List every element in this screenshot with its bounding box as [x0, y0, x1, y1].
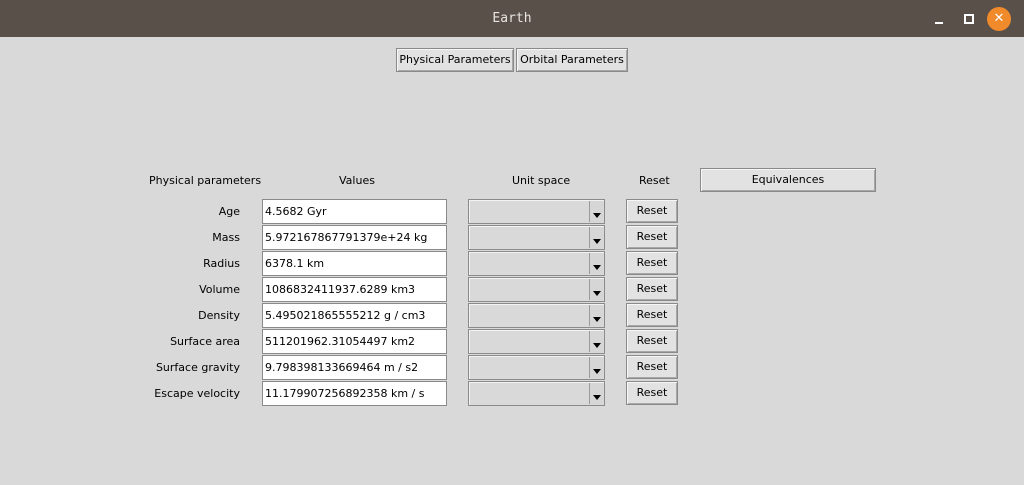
value-input[interactable]: 6378.1 km [262, 251, 447, 276]
parameter-label: Mass [212, 231, 240, 244]
unit-select[interactable] [468, 225, 605, 250]
unit-select[interactable] [468, 251, 605, 276]
unit-select[interactable] [468, 381, 605, 406]
window-titlebar: Earth ✕ [0, 0, 1024, 37]
parameter-label: Density [198, 309, 240, 322]
tab-orbital-parameters[interactable]: Orbital Parameters [516, 48, 628, 72]
value-input[interactable]: 5.972167867791379e+24 kg [262, 225, 447, 250]
parameter-label: Volume [199, 283, 240, 296]
close-icon[interactable]: ✕ [987, 7, 1011, 31]
value-input[interactable]: 4.5682 Gyr [262, 199, 447, 224]
value-input[interactable]: 5.495021865555212 g / cm3 [262, 303, 447, 328]
minimize-icon[interactable] [927, 7, 951, 31]
reset-button[interactable]: Reset [626, 355, 678, 379]
value-input[interactable]: 11.179907256892358 km / s [262, 381, 447, 406]
unit-select[interactable] [468, 329, 605, 354]
reset-button[interactable]: Reset [626, 199, 678, 223]
maximize-icon[interactable] [957, 7, 981, 31]
value-input[interactable]: 9.798398133669464 m / s2 [262, 355, 447, 380]
chevron-down-icon[interactable] [589, 227, 603, 248]
parameter-label: Surface gravity [155, 361, 240, 374]
header-values: Values [339, 174, 375, 187]
tab-physical-parameters[interactable]: Physical Parameters [396, 48, 514, 72]
reset-button[interactable]: Reset [626, 381, 678, 405]
chevron-down-icon[interactable] [589, 331, 603, 352]
header-physical-parameters: Physical parameters [149, 174, 262, 187]
reset-button[interactable]: Reset [626, 225, 678, 249]
unit-select[interactable] [468, 303, 605, 328]
reset-button[interactable]: Reset [626, 329, 678, 353]
chevron-down-icon[interactable] [589, 305, 603, 326]
unit-select[interactable] [468, 277, 605, 302]
reset-button[interactable]: Reset [626, 277, 678, 301]
unit-select[interactable] [468, 355, 605, 380]
unit-select[interactable] [468, 199, 605, 224]
reset-button[interactable]: Reset [626, 303, 678, 327]
parameter-label: Age [218, 205, 240, 218]
value-input[interactable]: 511201962.31054497 km2 [262, 329, 447, 354]
chevron-down-icon[interactable] [589, 279, 603, 300]
parameter-label: Radius [203, 257, 240, 270]
header-reset: Reset [639, 174, 670, 187]
header-unit-space: Unit space [512, 174, 571, 187]
chevron-down-icon[interactable] [589, 253, 603, 274]
value-input[interactable]: 1086832411937.6289 km3 [262, 277, 447, 302]
equivalences-button[interactable]: Equivalences [700, 168, 876, 192]
window-title: Earth [492, 11, 532, 26]
parameter-label: Escape velocity [154, 387, 240, 400]
chevron-down-icon[interactable] [589, 383, 603, 404]
parameter-label: Surface area [170, 335, 240, 348]
chevron-down-icon[interactable] [589, 201, 603, 222]
chevron-down-icon[interactable] [589, 357, 603, 378]
reset-button[interactable]: Reset [626, 251, 678, 275]
